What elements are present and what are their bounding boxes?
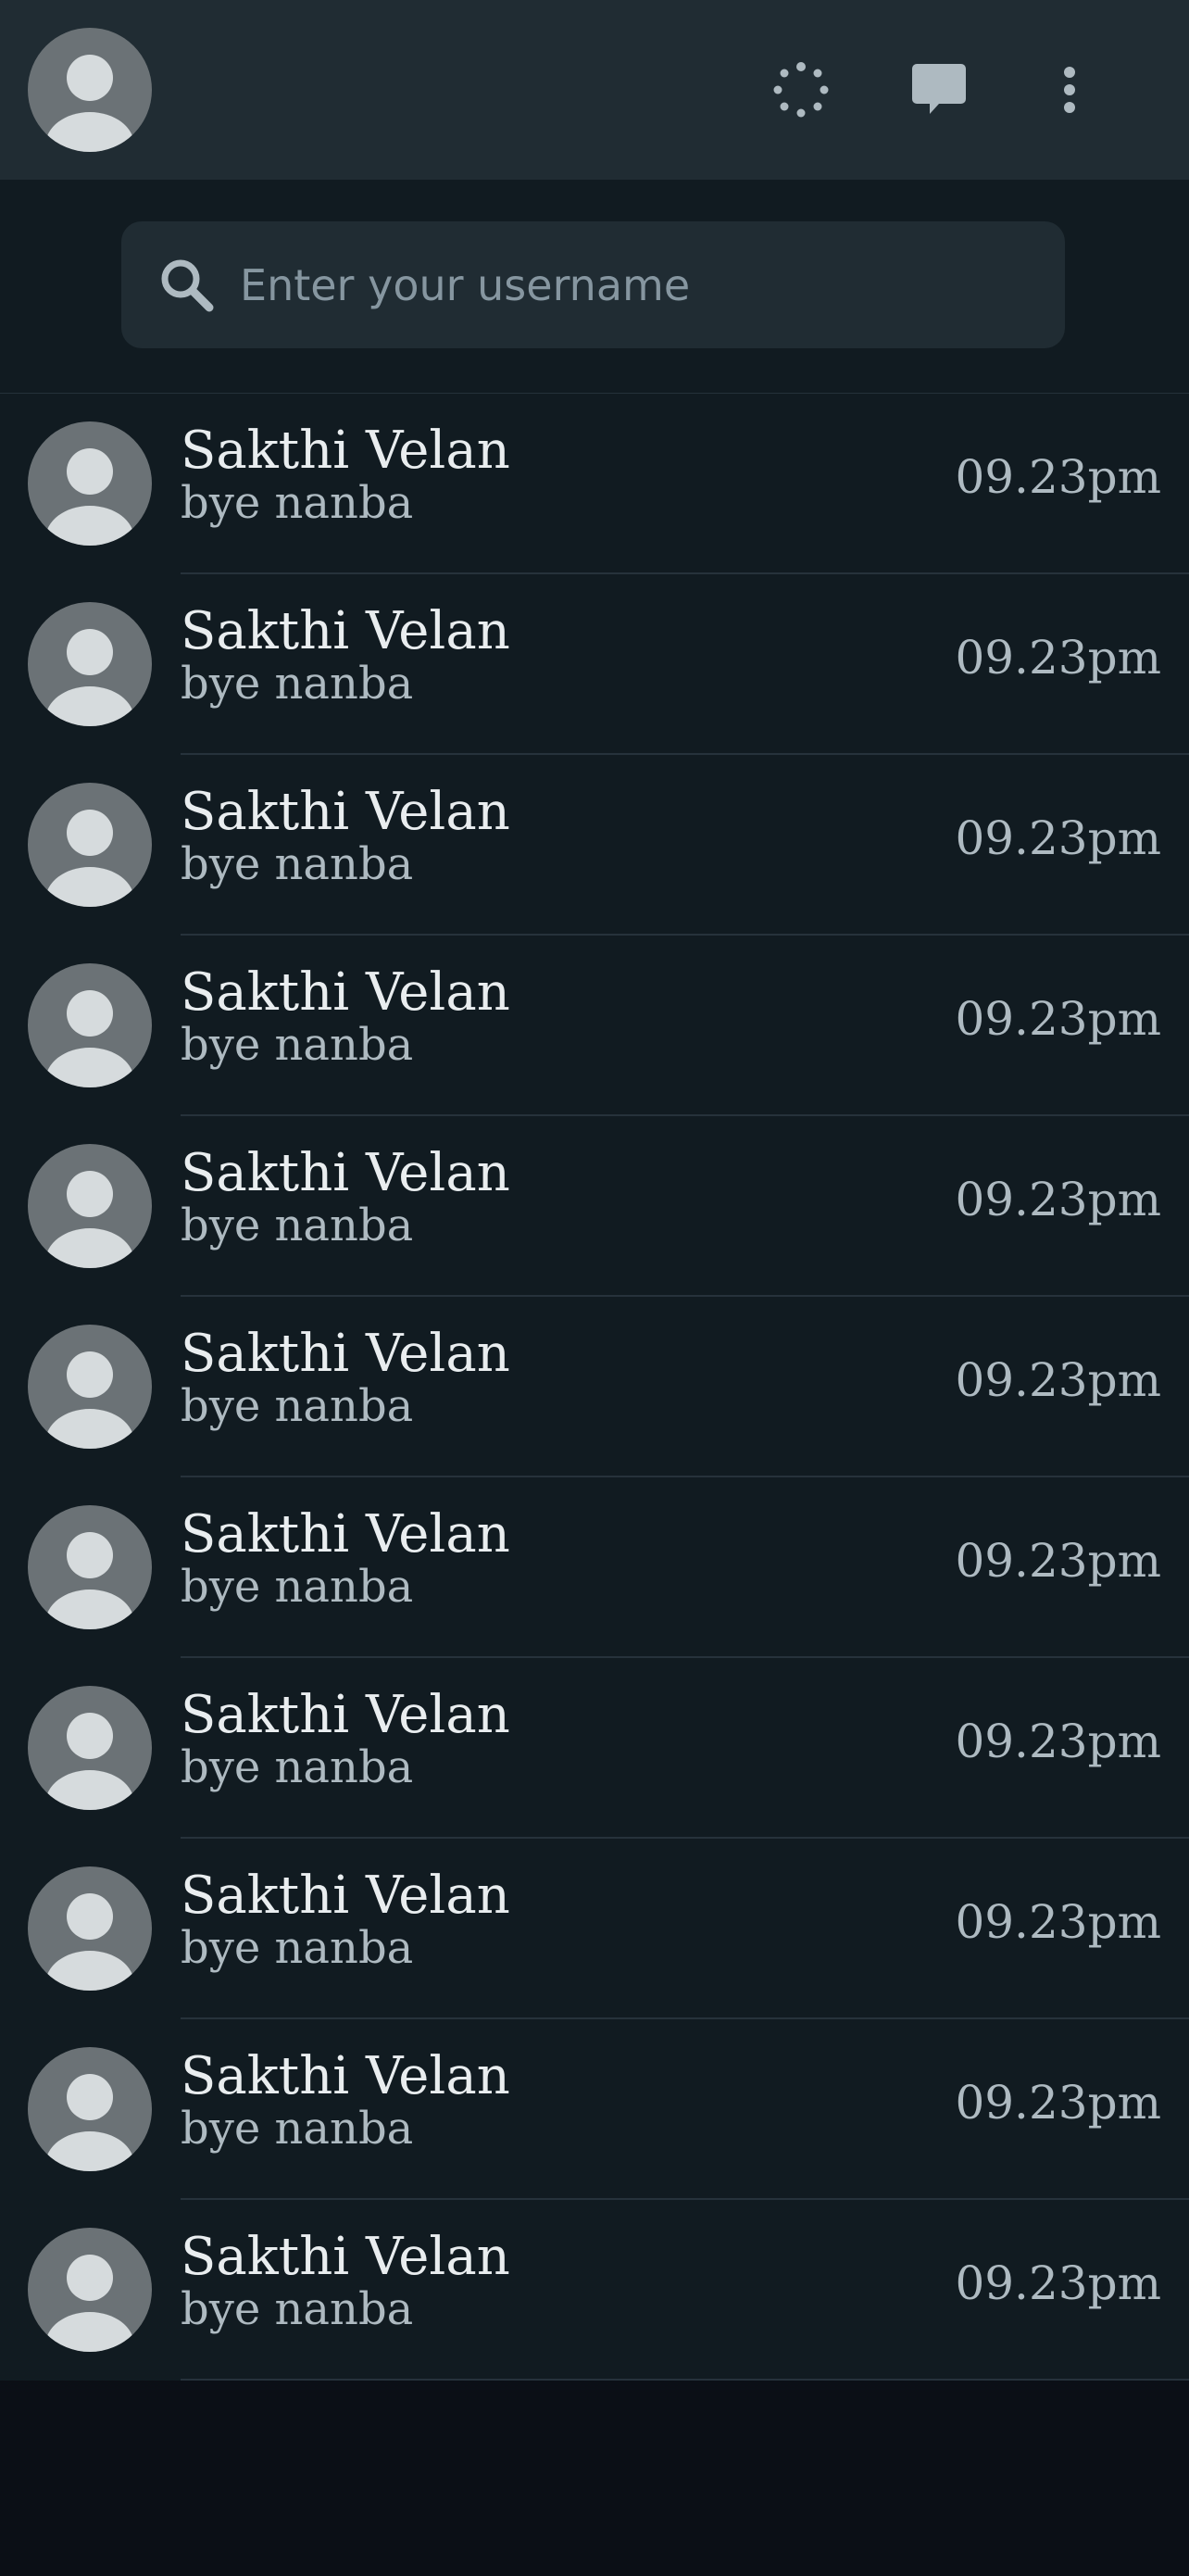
chat-bubble-icon [912, 64, 966, 114]
chat-row[interactable]: Sakthi Velan bye nanba 09.23pm [0, 2200, 1189, 2381]
chat-row[interactable]: Sakthi Velan bye nanba 09.23pm [0, 1297, 1189, 1477]
contact-name: Sakthi Velan [181, 962, 510, 1023]
contact-name: Sakthi Velan [181, 1324, 510, 1384]
search-icon [161, 259, 214, 312]
chat-row[interactable]: Sakthi Velan bye nanba 09.23pm [0, 755, 1189, 936]
contact-avatar[interactable] [28, 2228, 152, 2352]
message-time: 09.23pm [955, 811, 1161, 865]
chat-row[interactable]: Sakthi Velan bye nanba 09.23pm [0, 2019, 1189, 2200]
person-icon [45, 629, 134, 726]
status-button[interactable] [764, 53, 838, 127]
person-icon [45, 448, 134, 546]
message-time: 09.23pm [955, 1715, 1161, 1768]
last-message-preview: bye nanba [181, 1741, 414, 1793]
last-message-preview: bye nanba [181, 1019, 414, 1071]
person-icon [45, 1893, 134, 1991]
person-icon [45, 2074, 134, 2171]
last-message-preview: bye nanba [181, 477, 414, 529]
contact-avatar[interactable] [28, 1686, 152, 1810]
contact-avatar[interactable] [28, 783, 152, 907]
contact-name: Sakthi Velan [181, 782, 510, 842]
contact-name: Sakthi Velan [181, 1143, 510, 1203]
new-chat-button[interactable] [902, 53, 976, 127]
contact-avatar[interactable] [28, 2047, 152, 2171]
contact-avatar[interactable] [28, 1505, 152, 1629]
chat-row[interactable]: Sakthi Velan bye nanba 09.23pm [0, 1839, 1189, 2019]
vertical-dots-icon [1064, 67, 1075, 113]
message-time: 09.23pm [955, 1353, 1161, 1407]
contact-avatar[interactable] [28, 1866, 152, 1991]
search-bar[interactable] [121, 221, 1065, 348]
contact-name: Sakthi Velan [181, 601, 510, 661]
profile-avatar[interactable] [28, 28, 152, 152]
contact-name: Sakthi Velan [181, 1504, 510, 1564]
contact-avatar[interactable] [28, 963, 152, 1087]
message-time: 09.23pm [955, 1173, 1161, 1226]
menu-button[interactable] [1033, 53, 1107, 127]
app-header [0, 0, 1189, 180]
person-icon [45, 990, 134, 1087]
contact-name: Sakthi Velan [181, 2046, 510, 2106]
chat-row[interactable]: Sakthi Velan bye nanba 09.23pm [0, 394, 1189, 574]
search-section [0, 180, 1189, 395]
chat-row[interactable]: Sakthi Velan bye nanba 09.23pm [0, 1116, 1189, 1297]
contact-avatar[interactable] [28, 602, 152, 726]
person-icon [45, 810, 134, 907]
message-time: 09.23pm [955, 992, 1161, 1046]
message-time: 09.23pm [955, 450, 1161, 504]
message-time: 09.23pm [955, 2256, 1161, 2310]
status-ring-icon [773, 62, 829, 118]
message-time: 09.23pm [955, 2076, 1161, 2130]
contact-name: Sakthi Velan [181, 421, 510, 481]
person-icon [45, 1713, 134, 1810]
last-message-preview: bye nanba [181, 1922, 414, 1974]
contact-avatar[interactable] [28, 1325, 152, 1449]
person-icon [45, 2255, 134, 2352]
contact-avatar[interactable] [28, 421, 152, 546]
row-divider [181, 2379, 1189, 2381]
chat-row[interactable]: Sakthi Velan bye nanba 09.23pm [0, 936, 1189, 1116]
last-message-preview: bye nanba [181, 2283, 414, 2335]
chat-list: Sakthi Velan bye nanba 09.23pm Sakthi Velan… [0, 394, 1189, 2381]
username-search-input[interactable] [240, 221, 1036, 348]
last-message-preview: bye nanba [181, 2103, 414, 2155]
contact-name: Sakthi Velan [181, 1866, 510, 1926]
person-icon [45, 55, 134, 152]
contact-name: Sakthi Velan [181, 1685, 510, 1745]
last-message-preview: bye nanba [181, 1200, 414, 1251]
last-message-preview: bye nanba [181, 1561, 414, 1613]
last-message-preview: bye nanba [181, 1380, 414, 1432]
chat-app: Sakthi Velanbye nanba09.23pmSakthi Velan… [0, 0, 1189, 2576]
message-time: 09.23pm [955, 1534, 1161, 1588]
chat-row[interactable]: Sakthi Velan bye nanba 09.23pm [0, 574, 1189, 755]
person-icon [45, 1351, 134, 1449]
contact-avatar[interactable] [28, 1144, 152, 1268]
chat-row[interactable]: Sakthi Velan bye nanba 09.23pm [0, 1658, 1189, 1839]
last-message-preview: bye nanba [181, 838, 414, 890]
chat-row[interactable]: Sakthi Velan bye nanba 09.23pm [0, 1477, 1189, 1658]
message-time: 09.23pm [955, 1895, 1161, 1949]
person-icon [45, 1532, 134, 1629]
message-time: 09.23pm [955, 631, 1161, 685]
last-message-preview: bye nanba [181, 658, 414, 710]
contact-name: Sakthi Velan [181, 2227, 510, 2287]
person-icon [45, 1171, 134, 1268]
